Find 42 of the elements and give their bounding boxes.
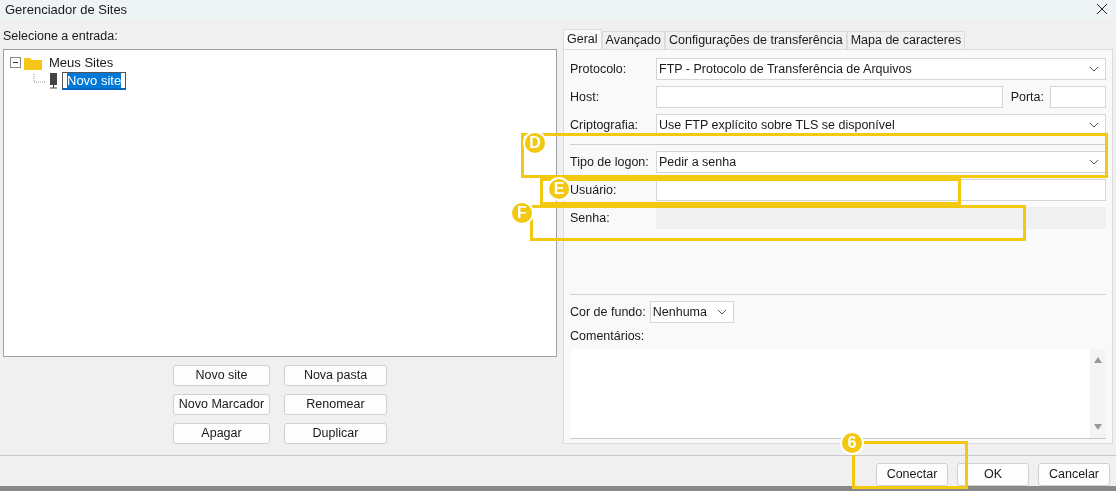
tab[interactable]: Avançado [601, 30, 665, 49]
field-label: Senha: [570, 210, 611, 225]
tab[interactable]: Configurações de transferência [664, 30, 847, 49]
dialog-button[interactable]: OK [957, 462, 1029, 486]
field-label: Cor de fundo: [570, 304, 646, 319]
port-field[interactable] [1050, 85, 1106, 108]
tab[interactable]: Geral [563, 28, 602, 49]
tree-item[interactable]: Meus Sites [45, 55, 118, 71]
field-label: Tipo de logon: [570, 154, 650, 169]
tree-action-button[interactable]: Duplicar [284, 422, 387, 444]
tab[interactable]: Mapa de caracteres [846, 30, 966, 49]
dropdown[interactable]: Use FTP explícito sobre TLS se disponível [656, 113, 1106, 136]
callout-badge: 6 [840, 431, 864, 455]
tree-action-button[interactable]: Renomear [284, 393, 387, 415]
close-icon[interactable] [1096, 3, 1108, 16]
tree-action-button[interactable]: Novo site [173, 364, 270, 386]
scrollbar[interactable] [1090, 348, 1106, 438]
field-label: Criptografia: [570, 117, 640, 132]
rename-field[interactable]: Novo site [62, 71, 127, 90]
folder-icon [24, 55, 42, 70]
tree-action-button[interactable]: Nova pasta [284, 364, 387, 386]
tree-action-button[interactable]: Apagar [173, 422, 270, 444]
entry-label: Selecione a entrada: [3, 28, 119, 43]
field-label: Host: [570, 89, 601, 104]
comments-label: Comentários: [570, 328, 646, 343]
dialog-button[interactable]: Cancelar [1038, 462, 1110, 486]
chevron-down-icon [716, 308, 727, 315]
chevron-down-icon [1089, 158, 1099, 165]
window-title: Gerenciador de Sites [5, 1, 128, 17]
server-icon [49, 72, 59, 89]
dropdown[interactable]: FTP - Protocolo de Transferência de Arquivos [656, 57, 1106, 80]
field-label: Protocolo: [570, 61, 628, 76]
field-label: Porta: [1010, 89, 1044, 104]
collapse-icon[interactable] [10, 57, 21, 69]
chevron-down-icon [1089, 65, 1099, 72]
field-label: Usuário: [570, 182, 618, 197]
chevron-down-icon [1089, 121, 1099, 128]
tree-action-button[interactable]: Novo Marcador [173, 393, 270, 415]
dropdown[interactable]: Nenhuma [649, 300, 734, 323]
dialog-button[interactable]: Conectar [876, 462, 948, 486]
dropdown[interactable]: Pedir a senha [656, 150, 1106, 173]
host-field[interactable] [656, 85, 1003, 108]
